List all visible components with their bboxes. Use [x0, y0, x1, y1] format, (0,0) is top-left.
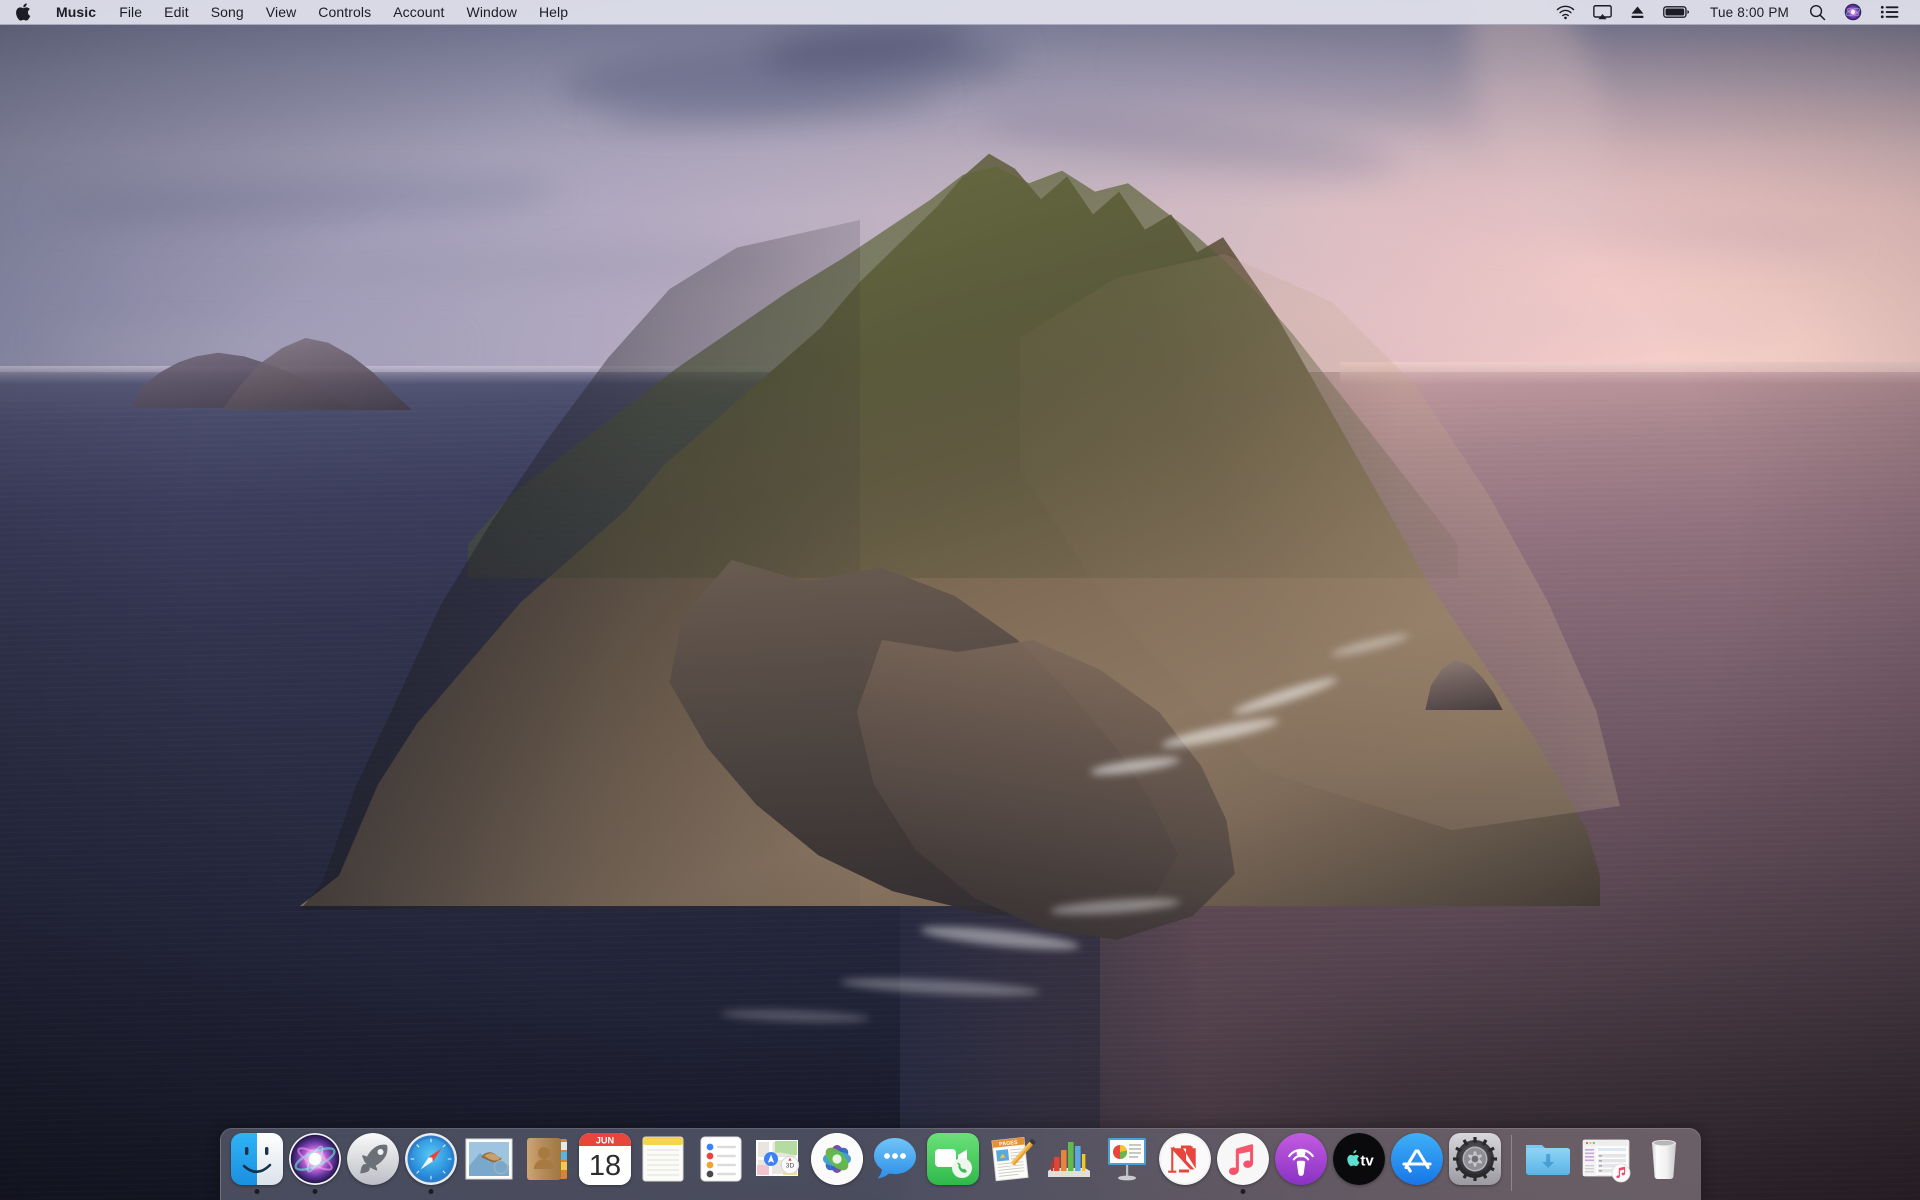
dock-item-finder[interactable] [228, 1128, 286, 1200]
wallpaper-horizon [1340, 362, 1920, 384]
news-icon [1158, 1133, 1211, 1185]
dock-item-app-store[interactable] [1388, 1128, 1446, 1200]
dock-item-siri[interactable] [286, 1128, 344, 1200]
siri-icon [288, 1133, 341, 1185]
airplay-status-item[interactable] [1584, 0, 1621, 24]
menu-item-window[interactable]: Window [456, 0, 528, 24]
search-icon [1809, 4, 1826, 20]
dock-item-launchpad[interactable] [344, 1128, 402, 1200]
downloads-folder-icon [1522, 1133, 1574, 1185]
keynote-icon [1101, 1133, 1153, 1185]
desktop-wallpaper [0, 0, 1920, 1200]
dock-item-mail[interactable] [460, 1128, 518, 1200]
battery-icon [1663, 6, 1690, 18]
wifi-icon [1556, 5, 1575, 19]
dock-item-minimized-music-window[interactable] [1577, 1128, 1635, 1200]
maps-3d-badge: 3D [785, 1163, 794, 1170]
apple-menu[interactable] [0, 0, 44, 24]
podcasts-icon [1274, 1133, 1327, 1185]
system-preferences-icon [1448, 1133, 1501, 1185]
dock: JUN 18 3D PAGES tv [219, 1128, 1701, 1200]
running-indicator [254, 1189, 259, 1194]
menu-item-music[interactable]: Music [44, 0, 108, 24]
menu-bar: Music File Edit Song View Controls Accou… [0, 0, 1920, 25]
eject-icon [1631, 6, 1644, 18]
facetime-icon [926, 1133, 979, 1185]
dock-item-trash[interactable] [1635, 1128, 1693, 1200]
menu-item-edit[interactable]: Edit [153, 0, 200, 24]
menu-bar-clock[interactable]: Tue 8:00 PM [1699, 5, 1800, 20]
control-center-icon [1880, 5, 1899, 19]
menu-bar-left: Music File Edit Song View Controls Accou… [0, 0, 579, 24]
eject-status-item[interactable] [1621, 0, 1654, 24]
minimized-music-window-icon [1580, 1133, 1632, 1185]
dock-container: JUN 18 3D PAGES tv [0, 1104, 1920, 1200]
dock-item-maps[interactable]: 3D [750, 1128, 808, 1200]
dock-item-downloads[interactable] [1519, 1128, 1577, 1200]
dock-item-photos[interactable] [808, 1128, 866, 1200]
messages-icon [869, 1133, 921, 1185]
siri-icon [1844, 3, 1862, 21]
calendar-day-label: 18 [588, 1150, 620, 1182]
control-center-button[interactable] [1871, 0, 1908, 24]
wallpaper-cloud [40, 330, 460, 360]
menu-bar-status-area: Tue 8:00 PM [1547, 0, 1920, 24]
menu-item-song[interactable]: Song [200, 0, 255, 24]
menu-item-help[interactable]: Help [528, 0, 579, 24]
dock-item-facetime[interactable] [924, 1128, 982, 1200]
dock-item-contacts[interactable] [518, 1128, 576, 1200]
pages-icon: PAGES [985, 1133, 1037, 1185]
apple-tv-label: tv [1360, 1153, 1374, 1170]
mail-icon [463, 1133, 515, 1185]
running-indicator [312, 1189, 317, 1194]
music-icon [1216, 1133, 1269, 1185]
dock-item-calendar[interactable]: JUN 18 [576, 1128, 634, 1200]
dock-item-system-preferences[interactable] [1446, 1128, 1504, 1200]
apple-logo-icon [16, 3, 31, 21]
dock-separator [1510, 1135, 1512, 1191]
launchpad-icon [346, 1133, 399, 1185]
dock-item-apple-tv[interactable]: tv [1330, 1128, 1388, 1200]
apple-tv-icon: tv [1332, 1133, 1385, 1185]
maps-icon: 3D [753, 1133, 805, 1185]
airplay-display-icon [1593, 4, 1612, 19]
notes-icon [637, 1133, 689, 1185]
menu-item-file[interactable]: File [108, 0, 153, 24]
dock-item-messages[interactable] [866, 1128, 924, 1200]
dock-item-notes[interactable] [634, 1128, 692, 1200]
safari-icon [404, 1133, 457, 1185]
photos-icon [810, 1133, 863, 1185]
menu-item-view[interactable]: View [255, 0, 308, 24]
battery-status-item[interactable] [1654, 0, 1699, 24]
dock-item-podcasts[interactable] [1272, 1128, 1330, 1200]
contacts-icon [521, 1133, 573, 1185]
siri-menu-button[interactable] [1835, 0, 1871, 24]
dock-item-news[interactable] [1156, 1128, 1214, 1200]
calendar-icon: JUN 18 [578, 1133, 631, 1185]
finder-icon [230, 1133, 283, 1185]
app-store-icon [1390, 1133, 1443, 1185]
reminders-icon [695, 1133, 747, 1185]
dock-item-pages[interactable]: PAGES [982, 1128, 1040, 1200]
spotlight-search-button[interactable] [1800, 0, 1835, 24]
dock-item-reminders[interactable] [692, 1128, 750, 1200]
dock-item-numbers[interactable] [1040, 1128, 1098, 1200]
calendar-month-label: JUN [595, 1136, 614, 1146]
menu-item-controls[interactable]: Controls [307, 0, 382, 24]
menu-item-account[interactable]: Account [382, 0, 455, 24]
running-indicator [428, 1189, 433, 1194]
dock-item-safari[interactable] [402, 1128, 460, 1200]
numbers-icon [1043, 1133, 1095, 1185]
dock-item-keynote[interactable] [1098, 1128, 1156, 1200]
wifi-status-item[interactable] [1547, 0, 1584, 24]
dock-item-music[interactable] [1214, 1128, 1272, 1200]
trash-icon [1638, 1133, 1690, 1185]
running-indicator [1240, 1189, 1245, 1194]
